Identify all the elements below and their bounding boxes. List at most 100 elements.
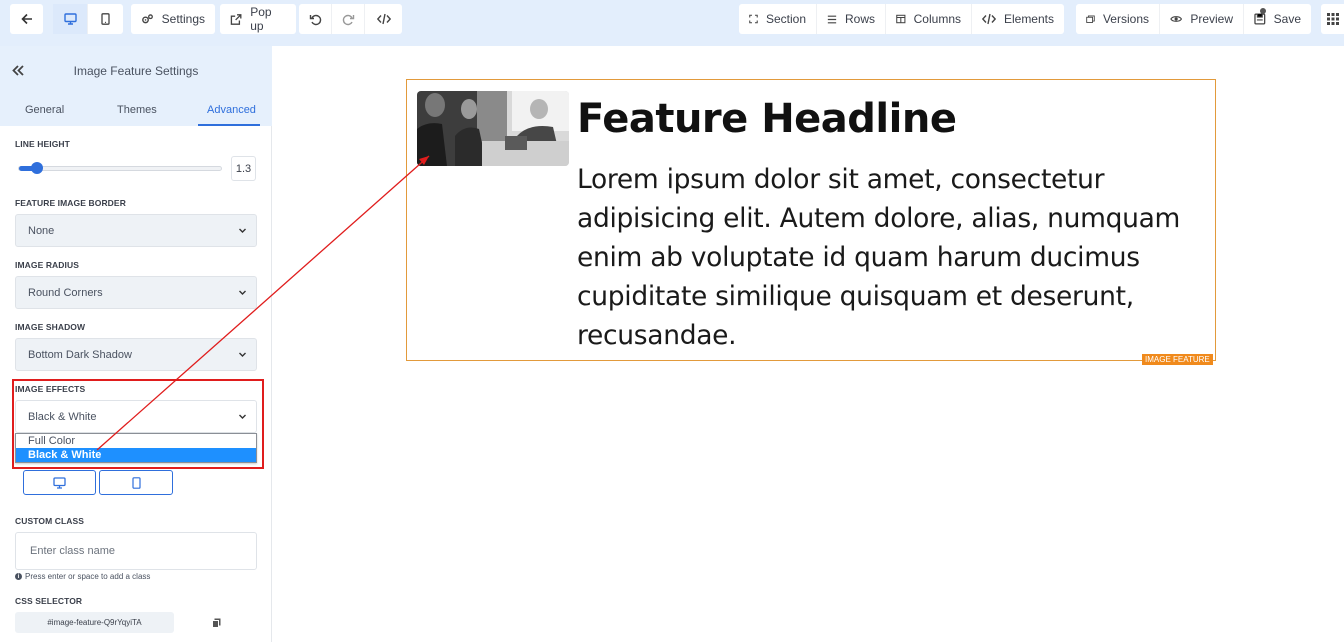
elements-label: Elements <box>1003 12 1054 26</box>
image-radius-label: IMAGE RADIUS <box>15 260 80 270</box>
chevron-down-icon <box>239 228 246 233</box>
feature-image-border-value: None <box>28 224 55 237</box>
top-toolbar: Settings Pop up Section Rows Columns Ele… <box>0 0 1344 46</box>
elements-button[interactable]: Elements <box>972 4 1064 34</box>
save-button[interactable]: Save <box>1244 4 1311 34</box>
image-radius-value: Round Corners <box>28 286 103 299</box>
redo-icon <box>342 14 354 25</box>
slider-thumb[interactable] <box>31 162 43 174</box>
back-arrow-icon <box>10 4 43 34</box>
redo-button[interactable] <box>332 4 365 34</box>
feature-headline[interactable]: Feature Headline <box>577 96 957 142</box>
feature-body-text[interactable]: Lorem ipsum dolor sit amet, consectetur … <box>577 160 1197 355</box>
image-effects-dropdown: Full Color Black & White <box>15 433 257 463</box>
image-feature-element[interactable]: Feature Headline Lorem ipsum dolor sit a… <box>406 79 1216 361</box>
body-line: enim ab voluptate id quam harum ducimus <box>577 242 1140 273</box>
rows-icon <box>827 15 837 23</box>
line-height-value[interactable]: 1.3 <box>231 156 256 181</box>
mobile-view-button[interactable] <box>88 4 123 34</box>
custom-class-label: CUSTOM CLASS <box>15 516 85 526</box>
desktop-icon <box>63 13 77 25</box>
rows-button[interactable]: Rows <box>817 4 886 34</box>
css-selector-label: CSS SELECTOR <box>15 596 83 606</box>
undo-button[interactable] <box>299 4 332 34</box>
actions-group: Versions Preview Save <box>1076 4 1311 34</box>
settings-button[interactable]: Settings <box>131 4 215 34</box>
versions-button[interactable]: Versions <box>1076 4 1160 34</box>
preview-button[interactable]: Preview <box>1160 4 1244 34</box>
popup-label: Pop up <box>250 5 272 33</box>
feature-image-border-select[interactable]: None <box>15 214 257 247</box>
css-selector-value[interactable]: #image-feature-Q9rYqyiTA <box>15 612 174 633</box>
settings-button-inner: Settings <box>131 4 215 34</box>
grid-icon <box>1321 4 1344 34</box>
feature-image[interactable] <box>417 91 569 166</box>
code-icon <box>982 13 996 25</box>
body-line: cupiditate similique quisquam et deserun… <box>577 281 1134 312</box>
settings-sidebar: Image Feature Settings General Themes Ad… <box>0 46 272 642</box>
option-full-color[interactable]: Full Color <box>16 434 256 448</box>
external-link-icon <box>230 13 242 25</box>
columns-icon <box>896 14 906 24</box>
custom-class-placeholder: Enter class name <box>30 545 115 557</box>
tab-themes[interactable]: Themes <box>117 104 157 116</box>
desktop-icon <box>53 476 66 489</box>
chevron-down-icon <box>239 414 246 419</box>
chevron-down-icon <box>239 352 246 357</box>
body-line: Lorem ipsum dolor sit amet, consectetur <box>577 164 1105 195</box>
mobile-visibility-button[interactable] <box>99 470 173 495</box>
history-group <box>299 4 402 34</box>
image-shadow-label: IMAGE SHADOW <box>15 322 86 332</box>
image-shadow-value: Bottom Dark Shadow <box>28 348 132 361</box>
copy-icon[interactable] <box>212 618 221 628</box>
element-type-tag: IMAGE FEATURE <box>1142 354 1213 365</box>
structure-group: Section Rows Columns Elements <box>739 4 1064 34</box>
info-icon: i <box>15 573 22 580</box>
section-button[interactable]: Section <box>739 4 817 34</box>
image-effects-select[interactable]: Black & White <box>15 400 257 433</box>
device-toggle <box>53 4 123 34</box>
sidebar-header: Image Feature Settings <box>0 46 272 96</box>
settings-label: Settings <box>161 12 205 26</box>
rows-label: Rows <box>844 12 875 26</box>
custom-class-input[interactable]: Enter class name <box>15 532 257 570</box>
mobile-icon <box>101 13 110 25</box>
line-height-slider[interactable] <box>18 162 222 174</box>
unsaved-dot <box>1260 8 1266 14</box>
popup-button[interactable]: Pop up <box>220 4 296 34</box>
columns-button[interactable]: Columns <box>886 4 972 34</box>
save-icon <box>1254 13 1266 25</box>
mobile-icon <box>131 476 141 489</box>
expand-icon <box>749 14 758 24</box>
option-black-white[interactable]: Black & White <box>16 448 256 462</box>
image-shadow-select[interactable]: Bottom Dark Shadow <box>15 338 257 371</box>
versions-label: Versions <box>1102 12 1149 26</box>
eye-icon <box>1170 16 1183 22</box>
image-effects-label: IMAGE EFFECTS <box>15 384 86 394</box>
code-icon <box>376 13 391 25</box>
undo-icon <box>309 14 321 25</box>
preview-label: Preview <box>1190 12 1233 26</box>
image-radius-select[interactable]: Round Corners <box>15 276 257 309</box>
apps-button[interactable] <box>1321 4 1344 34</box>
sidebar-tabs: General Themes Advanced <box>0 96 272 126</box>
code-button[interactable] <box>365 4 402 34</box>
gears-icon <box>142 14 153 24</box>
desktop-view-button[interactable] <box>53 4 88 34</box>
feature-image-border-label: FEATURE IMAGE BORDER <box>15 198 126 208</box>
popup-button-inner: Pop up <box>220 4 296 34</box>
back-button[interactable] <box>10 4 43 34</box>
active-tab-indicator <box>198 124 260 126</box>
custom-class-hint: i Press enter or space to add a class <box>15 572 150 581</box>
chevron-down-icon <box>239 290 246 295</box>
line-height-label: LINE HEIGHT <box>15 139 70 149</box>
versions-icon <box>1086 15 1095 23</box>
desktop-visibility-button[interactable] <box>23 470 96 495</box>
tab-advanced[interactable]: Advanced <box>207 104 256 116</box>
columns-label: Columns <box>913 12 961 26</box>
tab-general[interactable]: General <box>25 104 64 116</box>
section-label: Section <box>765 12 806 26</box>
business-meeting-image <box>417 91 569 166</box>
body-line: recusandae. <box>577 320 737 351</box>
custom-class-hint-text: Press enter or space to add a class <box>25 572 151 581</box>
